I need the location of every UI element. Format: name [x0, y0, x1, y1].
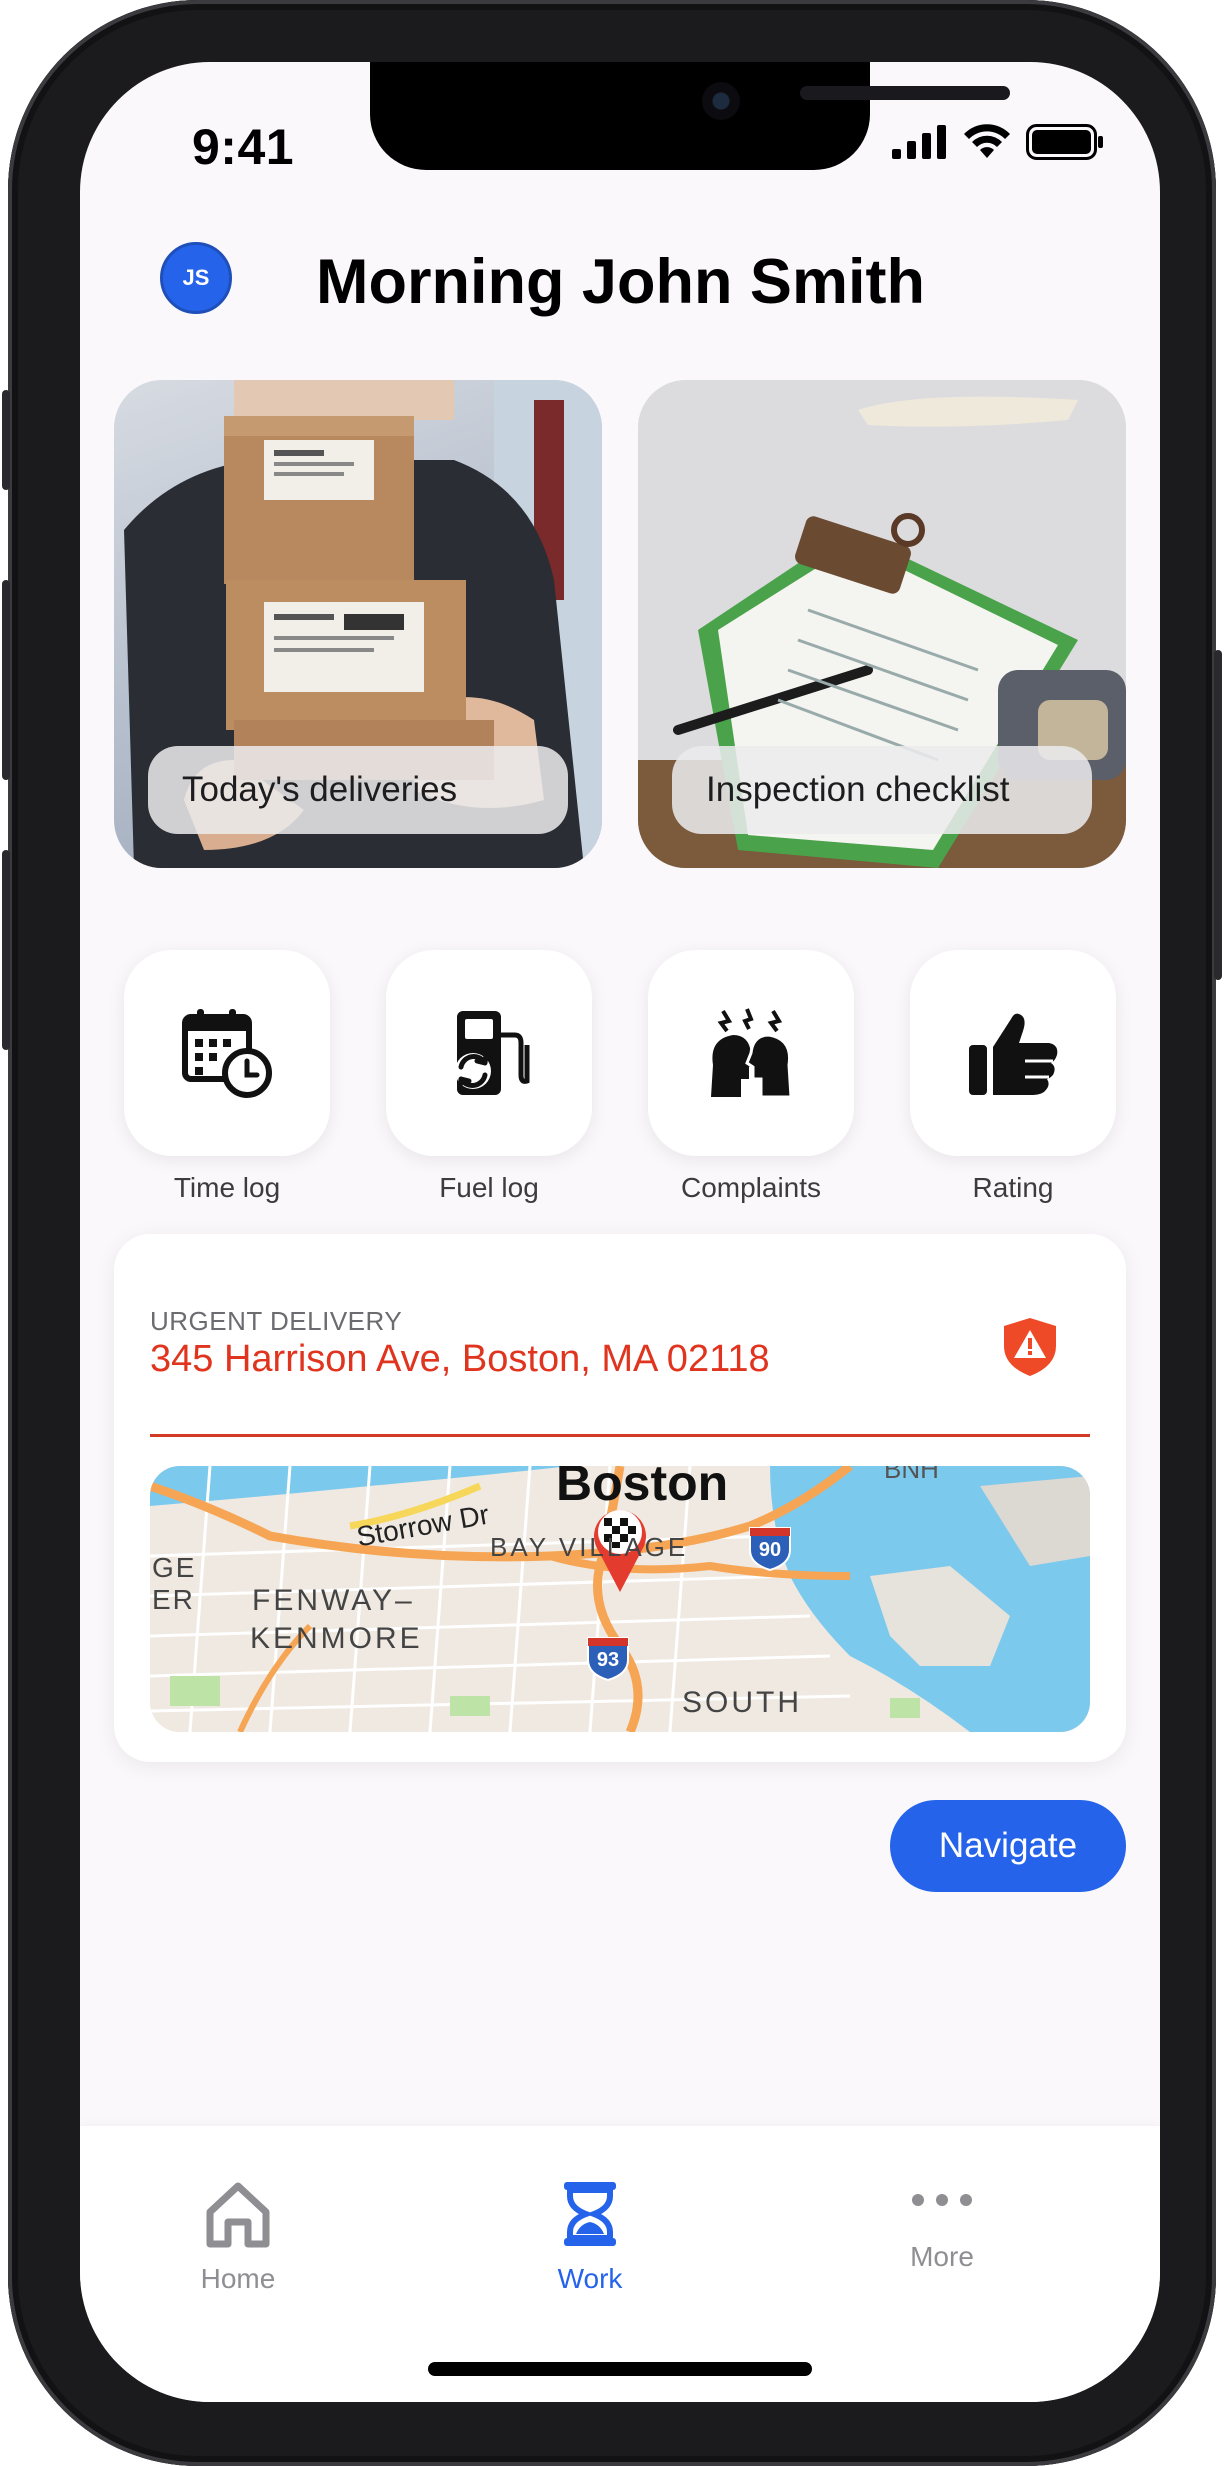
urgent-delivery-address: 345 Harrison Ave, Boston, MA 02118 — [150, 1338, 770, 1380]
i90-label: 90 — [758, 1539, 782, 1561]
signal-icon — [892, 125, 946, 159]
battery-icon — [1026, 124, 1103, 160]
inspection-checklist-label: Inspection checklist — [672, 746, 1092, 834]
tab-more[interactable]: More — [842, 2178, 1042, 2273]
urgent-delivery-card[interactable]: URGENT DELIVERY 345 Harrison Ave, Boston… — [114, 1234, 1126, 1762]
map-label-fenway: FENWAY– — [252, 1584, 415, 1617]
complaints-label: Complaints — [680, 1172, 822, 1203]
fuel-log-tile[interactable] — [386, 950, 592, 1156]
warning-shield-icon — [1004, 1318, 1056, 1376]
notch — [370, 62, 1010, 170]
tab-work[interactable]: Work — [490, 2178, 690, 2295]
time-log-action[interactable]: Time log — [124, 950, 330, 1204]
status-time: 9:41 — [192, 119, 295, 175]
todays-deliveries-card[interactable]: Today's deliveries — [114, 380, 602, 868]
fuel-log-label: Fuel log — [439, 1172, 539, 1203]
urgent-delivery-title: URGENT DELIVERY — [150, 1306, 403, 1336]
i93-label: 93 — [596, 1649, 620, 1671]
fuel-log-action[interactable]: Fuel log — [386, 950, 592, 1204]
complaints-tile[interactable] — [648, 950, 854, 1156]
fuel-pump-icon — [455, 1011, 530, 1095]
map-label-bnh: BNH — [884, 1466, 939, 1484]
tab-more-label: More — [910, 2241, 974, 2272]
home-icon — [206, 2182, 270, 2248]
complaints-action[interactable]: Complaints — [648, 950, 854, 1204]
delivery-map[interactable]: Boston Storrow Dr BAY VILLAGE FENWAY– KE… — [150, 1466, 1090, 1732]
power-button — [1214, 650, 1222, 980]
tab-home[interactable]: Home — [138, 2178, 338, 2295]
navigate-button[interactable]: Navigate — [890, 1800, 1126, 1892]
rating-tile[interactable] — [910, 950, 1116, 1156]
mute-switch — [2, 390, 10, 490]
volume-up-button — [2, 580, 10, 780]
thumbs-up-icon — [969, 1013, 1058, 1095]
map-label-ge: GE — [152, 1552, 197, 1583]
earpiece-speaker — [800, 86, 1010, 100]
map-label-boston: Boston — [556, 1466, 729, 1511]
status-icons — [892, 124, 1104, 160]
hourglass-icon — [564, 2182, 616, 2246]
wifi-icon — [964, 124, 1010, 158]
todays-deliveries-label: Today's deliveries — [148, 746, 568, 834]
time-log-tile[interactable] — [124, 950, 330, 1156]
time-log-label: Time log — [173, 1172, 281, 1203]
home-indicator — [428, 2362, 812, 2376]
avatar[interactable]: JS — [160, 242, 232, 314]
volume-down-button — [2, 850, 10, 1050]
rating-action[interactable]: Rating — [910, 950, 1116, 1204]
map-label-kenmore: KENMORE — [250, 1622, 423, 1655]
map-label-bay-village: BAY VILLAGE — [490, 1532, 689, 1562]
calendar-clock-icon — [182, 1009, 272, 1098]
map-label-er: ER — [152, 1584, 195, 1615]
inspection-checklist-card[interactable]: Inspection checklist — [638, 380, 1126, 868]
tab-bar: Home Work More — [80, 2126, 1160, 2402]
page-title: Morning John Smith — [316, 247, 925, 317]
tab-home-label: Home — [200, 2263, 276, 2294]
tab-work-label: Work — [557, 2263, 623, 2294]
rating-label: Rating — [972, 1172, 1054, 1203]
phone-frame: 9:41 JS Morning John Smith Today's deliv… — [2, 0, 1222, 2466]
more-dots-icon — [912, 2194, 972, 2206]
complaints-heads-icon — [711, 1008, 793, 1099]
app-screen: 9:41 JS Morning John Smith Today's deliv… — [80, 62, 1160, 2402]
map-label-south: SOUTH — [682, 1686, 802, 1719]
front-camera — [702, 82, 740, 120]
urgent-divider — [150, 1434, 1090, 1437]
